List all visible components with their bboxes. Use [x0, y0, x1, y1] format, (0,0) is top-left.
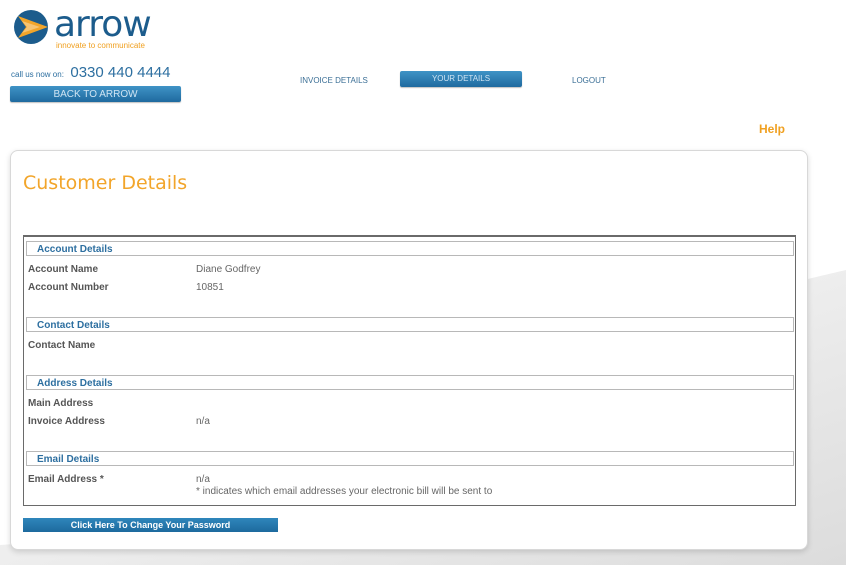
call-us: call us now on: 0330 440 4444: [11, 64, 170, 82]
invoice-address-label: Invoice Address: [28, 416, 105, 427]
back-to-arrow-button[interactable]: BACK TO ARROW: [10, 86, 181, 102]
email-address-label: Email Address *: [28, 474, 104, 485]
address-details-heading: Address Details: [26, 375, 794, 390]
help-link[interactable]: Help: [759, 122, 785, 136]
account-name-label: Account Name: [28, 264, 99, 275]
customer-details-panel: Customer Details Account Details Account…: [10, 150, 808, 550]
account-number-label: Account Number: [28, 282, 109, 293]
logo-tagline: innovate to communicate: [56, 41, 145, 50]
nav-logout[interactable]: LOGOUT: [572, 76, 606, 85]
email-details-heading: Email Details: [26, 451, 794, 466]
email-note: * indicates which email addresses your e…: [196, 486, 493, 497]
details-table: Account Details Account Name Diane Godfr…: [23, 235, 796, 506]
account-number-value: 10851: [196, 282, 224, 293]
account-details-heading: Account Details: [26, 241, 794, 256]
contact-name-label: Contact Name: [28, 340, 96, 351]
account-name-value: Diane Godfrey: [196, 264, 261, 275]
invoice-address-value: n/a: [196, 416, 210, 427]
contact-details-heading: Contact Details: [26, 317, 794, 332]
call-label: call us now on:: [11, 70, 64, 79]
change-password-button[interactable]: Click Here To Change Your Password: [23, 518, 278, 532]
phone-number: 0330 440 4444: [70, 64, 171, 81]
main-address-label: Main Address: [28, 398, 94, 409]
arrow-logo-icon: [14, 10, 48, 44]
nav-your-details[interactable]: YOUR DETAILS: [400, 71, 522, 87]
arrow-logo[interactable]: arrow innovate to communicate: [12, 4, 162, 52]
email-address-value: n/a: [196, 474, 210, 485]
logo-wordmark: arrow: [54, 4, 152, 45]
page-title: Customer Details: [23, 172, 188, 194]
nav-invoice-details[interactable]: INVOICE DETAILS: [300, 76, 368, 85]
